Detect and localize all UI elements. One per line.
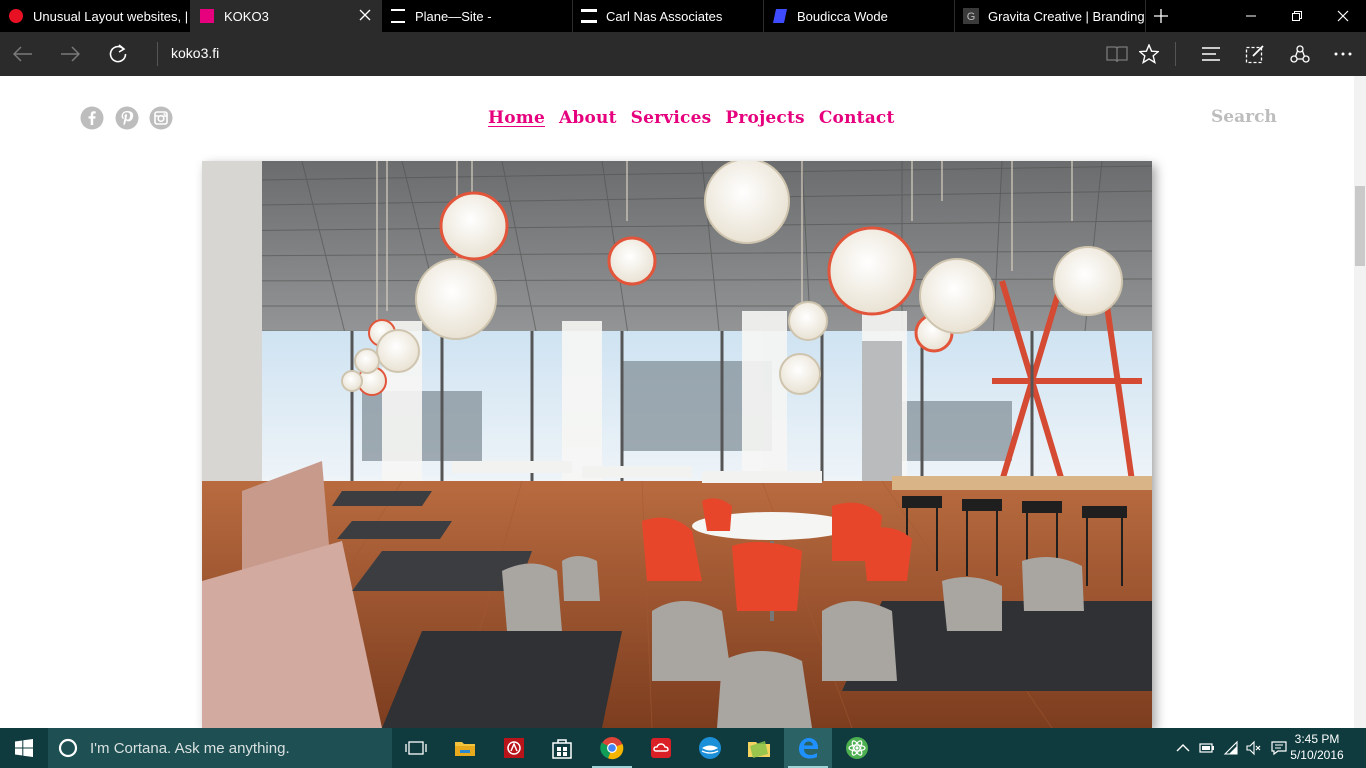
clock-time: 3:45 PM [1294,732,1340,746]
pinterest-icon[interactable] [115,106,139,130]
hero-image [202,161,1152,728]
boudicca-icon [773,9,787,23]
windows-logo-icon [15,739,33,757]
chrome-icon [600,737,624,760]
main-navigation: Home About Services Projects Contact [488,108,895,128]
new-tab-button[interactable] [1146,0,1176,32]
creative-cloud-icon [651,738,671,758]
scrollbar-thumb[interactable] [1355,186,1365,266]
more-button[interactable] [1320,32,1366,76]
hub-icon [1202,47,1220,61]
pink-square-icon [200,9,214,23]
store-icon [552,739,572,759]
app-red-icon [504,738,524,758]
arrow-left-icon [13,46,32,62]
close-window-button[interactable] [1320,0,1366,32]
minimize-icon [1246,15,1256,17]
web-note-icon [1245,45,1264,64]
toolbar-separator [1175,42,1176,66]
forward-button[interactable] [47,32,93,76]
instagram-icon[interactable] [149,106,173,130]
cortana-placeholder: I'm Cortana. Ask me anything. [90,739,290,757]
address-bar[interactable]: koko3.fi [171,45,219,61]
nav-contact[interactable]: Contact [819,108,895,128]
tab-title: Boudicca Wode [797,8,888,24]
gravita-g-icon: G [963,8,979,24]
restore-icon [1292,11,1302,21]
taskbar-store[interactable] [538,728,586,768]
red-circle-icon [9,9,23,23]
tab-koko3[interactable]: KOKO3 [191,0,382,32]
battery-icon[interactable] [1199,740,1215,756]
tab-bar: Unusual Layout websites, | KOKO3 Plane—S… [0,0,1366,32]
system-clock[interactable]: 3:45 PM 5/10/2016 [1290,731,1344,763]
chevron-up-icon[interactable] [1175,740,1191,756]
taskbar-chrome[interactable] [588,728,636,768]
close-tab-icon[interactable] [358,8,372,22]
star-icon [1139,44,1159,64]
book-icon [1106,46,1128,63]
tab-carl-nas[interactable]: Carl Nas Associates [573,0,764,32]
minimize-button[interactable] [1228,0,1274,32]
close-icon [1337,10,1349,22]
nav-projects[interactable]: Projects [725,108,804,128]
refresh-button[interactable] [95,32,141,76]
plus-icon [1154,9,1168,23]
cyberduck-icon [699,737,721,759]
folder-app-icon [748,741,770,758]
favorite-button[interactable] [1126,32,1172,76]
windows-taskbar: I'm Cortana. Ask me anything. 3:45 PM 5/… [0,728,1366,768]
task-view-button[interactable] [392,728,440,768]
start-button[interactable] [0,728,48,768]
carl-nas-icon [581,9,597,23]
nav-services[interactable]: Services [631,108,712,128]
cortana-search-box[interactable]: I'm Cortana. Ask me anything. [48,728,392,768]
tab-gravita[interactable]: G Gravita Creative | Branding [955,0,1146,32]
taskbar-cyberduck[interactable] [686,728,734,768]
tab-boudicca[interactable]: Boudicca Wode [764,0,955,32]
share-icon [1290,45,1310,63]
action-center-icon[interactable] [1271,740,1287,756]
edge-icon [799,738,818,759]
taskbar-folder-app[interactable] [735,728,783,768]
web-page: Home About Services Projects Contact Sea… [0,76,1366,728]
restore-button[interactable] [1274,0,1320,32]
taskbar-file-explorer[interactable] [441,728,489,768]
back-button[interactable] [0,32,46,76]
clock-date: 5/10/2016 [1290,748,1344,762]
tab-title: Plane—Site - [415,8,492,24]
arrow-right-icon [61,46,80,62]
page-scrollbar[interactable] [1354,76,1366,728]
restaurant-interior-illustration [202,161,1152,728]
more-dots-icon [1334,52,1352,56]
file-explorer-icon [455,742,475,756]
plane-site-icon [391,9,405,23]
tab-title: Gravita Creative | Branding [988,8,1145,24]
hub-button[interactable] [1188,32,1234,76]
nav-about[interactable]: About [559,108,617,128]
tab-title: Carl Nas Associates [606,8,723,24]
share-button[interactable] [1277,32,1323,76]
taskbar-app-red[interactable] [490,728,538,768]
facebook-icon[interactable] [80,106,104,130]
wifi-icon[interactable] [1223,740,1239,756]
tab-plane-site[interactable]: Plane—Site - [382,0,573,32]
volume-muted-icon[interactable] [1246,740,1262,756]
browser-toolbar: koko3.fi [0,32,1366,76]
taskbar-edge[interactable] [784,728,832,768]
tab-title: Unusual Layout websites, | [33,8,189,24]
taskbar-atom[interactable] [833,728,881,768]
svg-text:G: G [967,11,976,23]
search-link[interactable]: Search [1211,107,1277,127]
tab-unusual-layout[interactable]: Unusual Layout websites, | [0,0,191,32]
task-view-icon [405,741,427,755]
cortana-icon [58,738,78,758]
nav-home[interactable]: Home [488,108,545,128]
taskbar-creative-cloud[interactable] [637,728,685,768]
address-separator [157,42,158,66]
atom-icon [846,737,868,759]
refresh-icon [109,44,127,63]
web-note-button[interactable] [1232,32,1278,76]
